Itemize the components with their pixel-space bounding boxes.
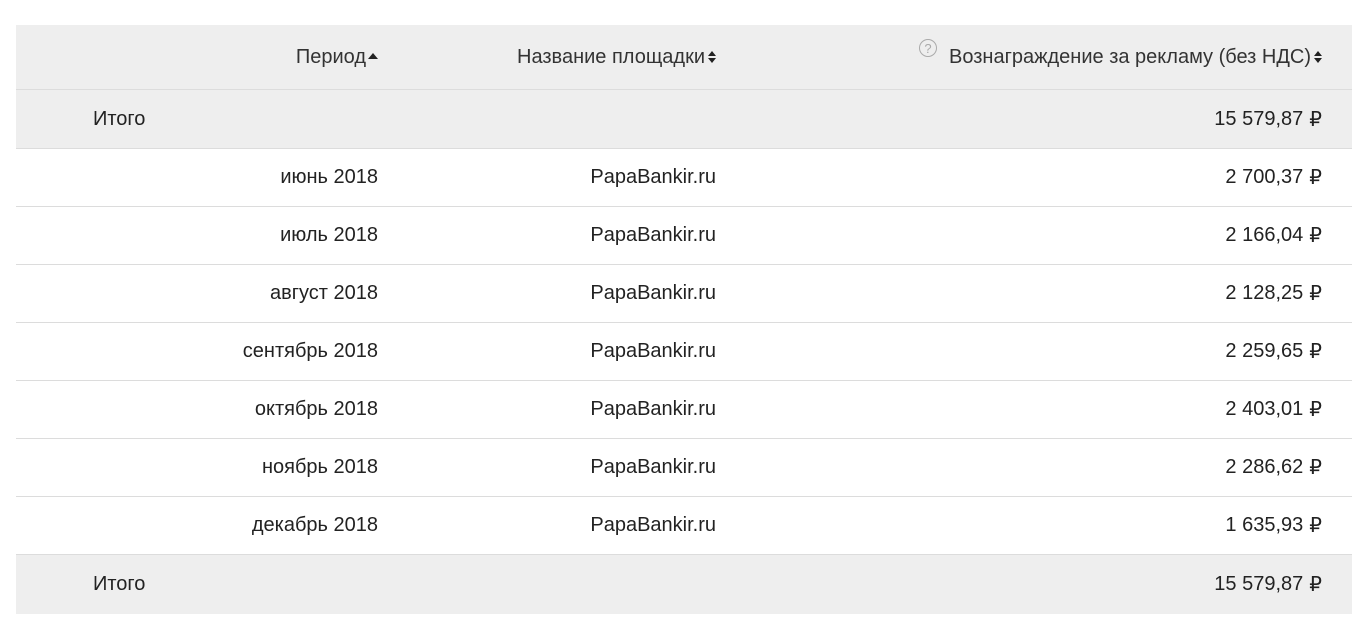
ruble-sign: ₽ — [1309, 341, 1322, 363]
total-label: Итого — [93, 107, 146, 130]
total-value: 15 579,87 ₽ — [1214, 573, 1322, 596]
site-cell: PapaBankir.ru — [590, 224, 716, 246]
ruble-sign: ₽ — [1309, 225, 1322, 247]
ruble-sign: ₽ — [1309, 108, 1322, 131]
table-row: июнь 2018 PapaBankir.ru 2 700,37 ₽ — [16, 149, 1352, 207]
site-cell: PapaBankir.ru — [590, 282, 716, 304]
column-header-site-label: Название площадки — [517, 45, 705, 68]
reward-cell: 2 259,65 ₽ — [1225, 340, 1322, 363]
sort-icon — [708, 51, 716, 63]
reward-cell: 2 128,25 ₽ — [1225, 282, 1322, 305]
table-header: Период Название площадки ? Вознаграждени… — [16, 25, 1352, 90]
table-row: июль 2018 PapaBankir.ru 2 166,04 ₽ — [16, 207, 1352, 265]
total-row-top: Итого 15 579,87 ₽ — [16, 90, 1352, 149]
period-cell: ноябрь 2018 — [261, 456, 378, 478]
period-cell: август 2018 — [269, 282, 378, 304]
reward-cell: 1 635,93 ₽ — [1225, 514, 1322, 537]
column-header-site[interactable]: Название площадки — [517, 25, 716, 89]
site-cell: PapaBankir.ru — [590, 456, 716, 478]
ruble-sign: ₽ — [1309, 399, 1322, 421]
period-cell: сентябрь 2018 — [242, 340, 378, 362]
sort-ascending-icon — [368, 53, 378, 59]
ruble-sign: ₽ — [1309, 167, 1322, 189]
period-cell: октябрь 2018 — [254, 398, 378, 420]
table-row: ноябрь 2018 PapaBankir.ru 2 286,62 ₽ — [16, 439, 1352, 497]
site-cell: PapaBankir.ru — [590, 514, 716, 536]
column-header-reward-label: Вознаграждение за рекламу (без НДС) — [949, 45, 1311, 68]
reward-cell: 2 700,37 ₽ — [1225, 166, 1322, 189]
table-row: декабрь 2018 PapaBankir.ru 1 635,93 ₽ — [16, 497, 1352, 555]
help-icon[interactable]: ? — [919, 39, 938, 57]
ruble-sign: ₽ — [1309, 515, 1322, 537]
period-cell: декабрь 2018 — [251, 514, 378, 536]
reward-cell: 2 286,62 ₽ — [1225, 456, 1322, 479]
table-row: сентябрь 2018 PapaBankir.ru 2 259,65 ₽ — [16, 323, 1352, 381]
column-header-period-label: Период — [295, 45, 366, 68]
period-cell: июнь 2018 — [280, 166, 378, 188]
total-row-bottom: Итого 15 579,87 ₽ — [16, 555, 1352, 614]
rewards-table: Период Название площадки ? Вознаграждени… — [16, 25, 1352, 614]
ruble-sign: ₽ — [1309, 283, 1322, 305]
total-label: Итого — [93, 573, 146, 595]
total-value: 15 579,87 ₽ — [1214, 107, 1322, 131]
reward-cell: 2 166,04 ₽ — [1225, 224, 1322, 247]
site-cell: PapaBankir.ru — [590, 340, 716, 362]
table-row: август 2018 PapaBankir.ru 2 128,25 ₽ — [16, 265, 1352, 323]
period-cell: июль 2018 — [280, 224, 378, 246]
reward-cell: 2 403,01 ₽ — [1225, 398, 1322, 421]
ruble-sign: ₽ — [1309, 457, 1322, 479]
column-header-period[interactable]: Период — [296, 25, 378, 89]
sort-icon — [1314, 51, 1322, 63]
table-row: октябрь 2018 PapaBankir.ru 2 403,01 ₽ — [16, 381, 1352, 439]
site-cell: PapaBankir.ru — [590, 166, 716, 188]
column-header-reward[interactable]: ? Вознаграждение за рекламу (без НДС) — [919, 25, 1322, 89]
ruble-sign: ₽ — [1309, 574, 1322, 596]
site-cell: PapaBankir.ru — [590, 398, 716, 420]
